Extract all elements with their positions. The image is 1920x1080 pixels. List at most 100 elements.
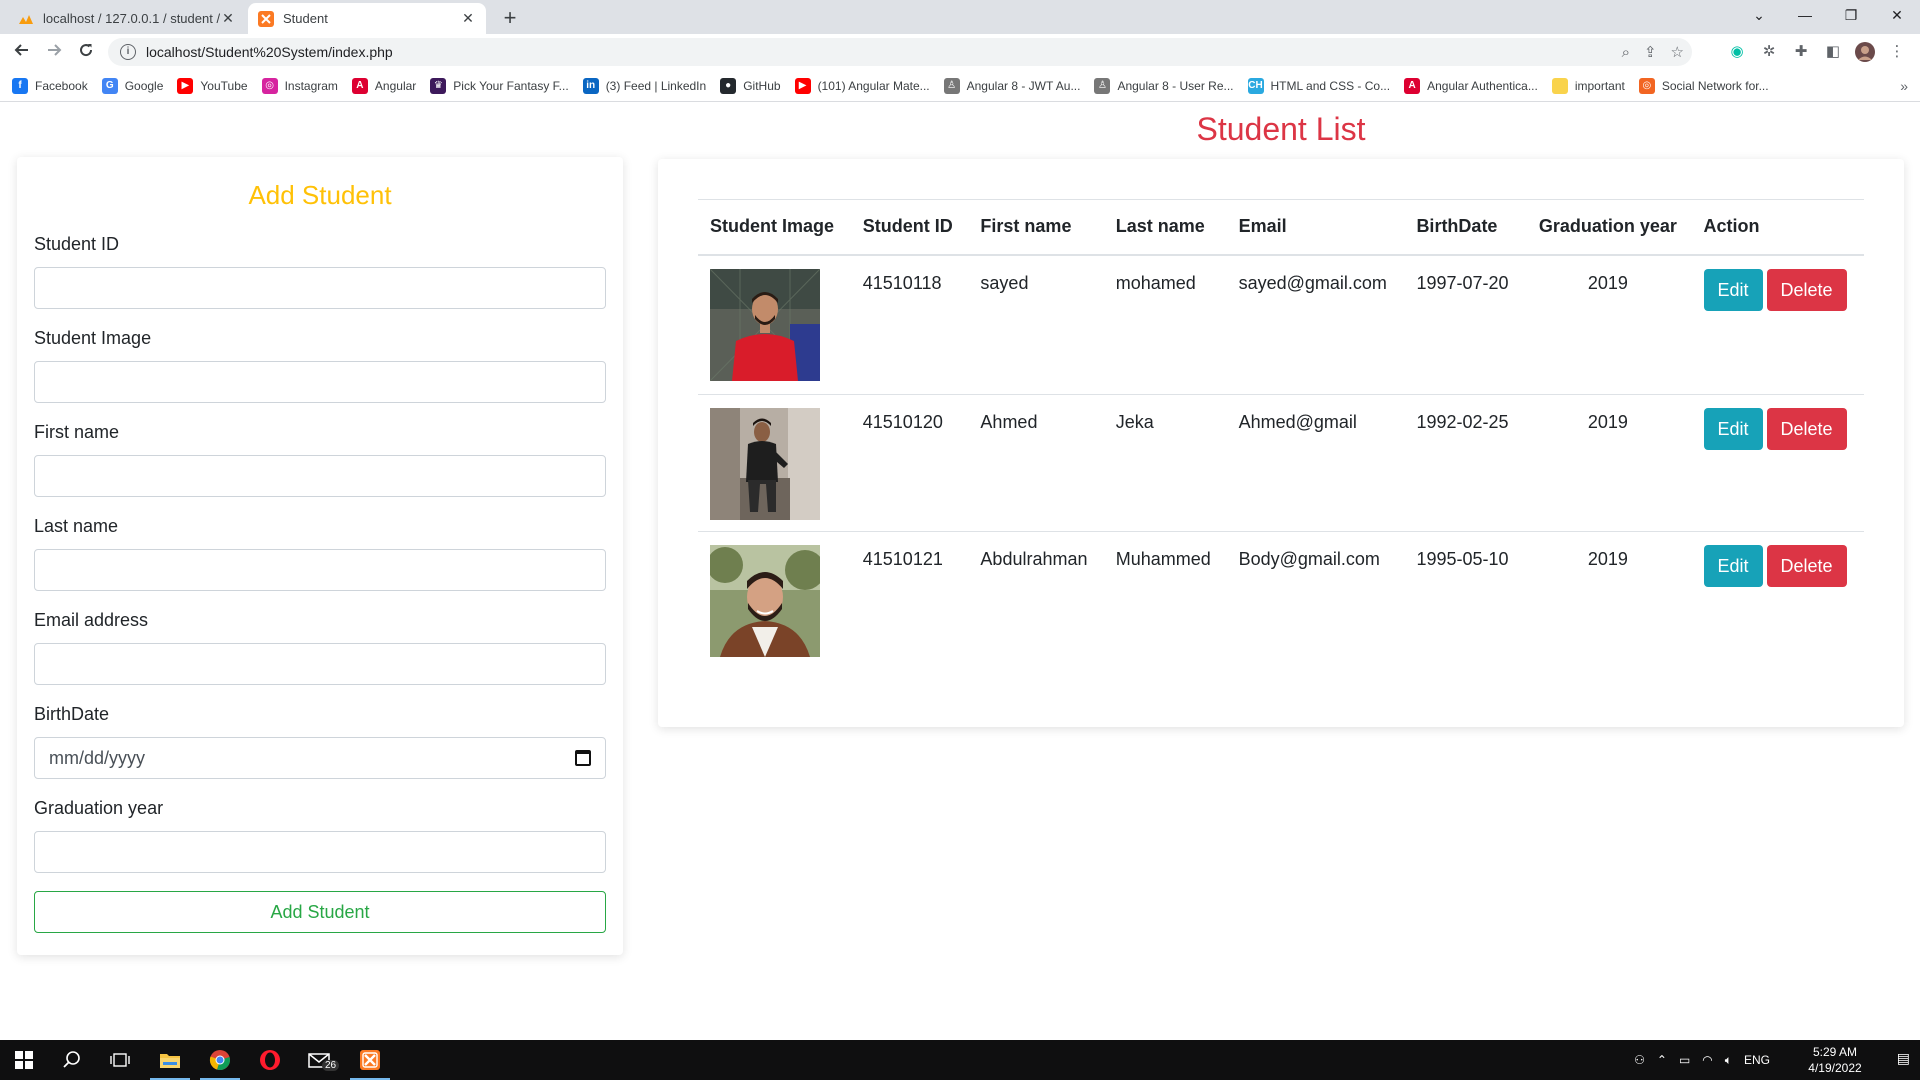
zoom-icon[interactable]: ⌕ (1622, 44, 1630, 61)
start-button[interactable] (0, 1040, 48, 1080)
student-image-input[interactable] (34, 361, 606, 403)
bookmark-item[interactable]: ▶ (101) Angular Mate... (794, 77, 930, 94)
student-photo (710, 268, 820, 381)
task-view-button[interactable] (96, 1040, 144, 1080)
forward-arrow-icon (48, 44, 62, 56)
xampp-icon (258, 10, 274, 27)
student-list-card: Student Image Student ID First name Last… (658, 159, 1904, 727)
browser-menu-icon[interactable]: ⋮ (1887, 42, 1907, 62)
last-name-cell: Muhammed (1115, 549, 1211, 569)
bookmark-item[interactable]: ◎ Instagram (261, 77, 338, 94)
edit-button[interactable]: Edit (1703, 268, 1763, 311)
bug-extension-icon[interactable]: ✲ (1759, 42, 1779, 62)
student-id-cell: 41510120 (850, 394, 969, 532)
email-cell: sayed@gmail.com (1226, 254, 1405, 395)
chrome-button[interactable] (196, 1040, 244, 1080)
clock[interactable]: 5:29 AM 4/19/2022 (1800, 1044, 1870, 1076)
first-name-input[interactable] (34, 455, 606, 497)
profile-avatar[interactable] (1855, 42, 1875, 62)
back-button[interactable] (8, 38, 36, 66)
bookmark-favicon-icon: ▶ (794, 77, 811, 94)
mail-button[interactable]: 26 (296, 1040, 344, 1080)
birthdate-placeholder: mm/dd/yyyy (49, 747, 146, 768)
grammarly-extension-icon[interactable]: ◉ (1727, 42, 1747, 62)
show-hidden-icons-chevron[interactable]: ⌃ (1657, 1053, 1667, 1067)
email-label: Email address (34, 610, 149, 630)
email-group: Email address (34, 605, 606, 685)
battery-icon[interactable]: ▭ (1679, 1053, 1690, 1067)
bookmark-item[interactable]: G Google (101, 77, 163, 94)
email-input[interactable] (34, 643, 606, 685)
search-button[interactable] (48, 1040, 96, 1080)
wifi-icon[interactable]: ◠ (1702, 1053, 1712, 1067)
reload-button[interactable] (72, 38, 100, 66)
table-header-row: Student Image Student ID First name Last… (698, 199, 1864, 256)
close-window-button[interactable]: ✕ (1874, 0, 1920, 30)
bookmark-item[interactable]: ● GitHub (720, 77, 781, 94)
bookmark-item[interactable]: A Angular Authentica... (1404, 77, 1538, 94)
bookmark-favicon-icon: A (1404, 77, 1421, 94)
edit-button[interactable]: Edit (1703, 408, 1763, 450)
volume-icon[interactable]: 🔈︎ (1725, 1053, 1732, 1068)
delete-button[interactable]: Delete (1766, 408, 1847, 450)
bookmark-star-icon[interactable]: ☆ (1671, 43, 1684, 61)
tab-student[interactable]: Student ✕ (248, 3, 486, 34)
site-info-icon[interactable]: i (120, 44, 136, 60)
chrome-icon (209, 1050, 230, 1070)
header-first-name: First name (968, 199, 1104, 256)
extensions-puzzle-icon[interactable]: ✚ (1791, 42, 1811, 62)
bookmark-item[interactable]: CH HTML and CSS - Co... (1247, 77, 1390, 94)
bookmark-item[interactable]: important (1551, 77, 1625, 94)
file-explorer-button[interactable] (146, 1040, 194, 1080)
phpmyadmin-icon (19, 14, 33, 24)
share-icon[interactable]: ⇪ (1644, 43, 1657, 61)
address-bar[interactable]: i localhost/Student%20System/index.php ⌕… (108, 38, 1692, 66)
opera-button[interactable] (246, 1040, 294, 1080)
bookmark-item[interactable]: in (3) Feed | LinkedIn (582, 77, 706, 94)
bookmark-favicon-icon: ♙ (943, 77, 960, 94)
tab-close-icon[interactable]: ✕ (220, 10, 236, 27)
birthdate-input[interactable]: mm/dd/yyyy (34, 737, 606, 779)
tab-close-icon[interactable]: ✕ (460, 10, 476, 27)
graduation-year-input[interactable] (34, 831, 606, 873)
bookmark-label: (101) Angular Mate... (817, 78, 930, 93)
add-student-button[interactable]: Add Student (34, 891, 606, 933)
first-name-group: First name (34, 417, 606, 497)
bookmark-item[interactable]: ♛ Pick Your Fantasy F... (430, 77, 569, 94)
student-photo-cell (698, 394, 851, 532)
bookmark-item[interactable]: ◎ Social Network for... (1638, 77, 1769, 94)
minimize-button[interactable]: — (1782, 0, 1828, 30)
action-cell: Edit Delete (1691, 254, 1864, 395)
xampp-button[interactable] (346, 1040, 394, 1080)
student-id-input[interactable] (34, 267, 606, 309)
language-indicator[interactable]: ENG (1744, 1053, 1770, 1067)
delete-button[interactable]: Delete (1766, 545, 1847, 587)
tab-search-icon[interactable]: ⌄ (1736, 0, 1782, 30)
system-tray: ⚇ ⌃ ▭ ◠ 🔈︎ ENG (1634, 1040, 1770, 1080)
tab-phpmyadmin[interactable]: localhost / 127.0.0.1 / student / s ✕ (8, 3, 246, 34)
bookmark-item[interactable]: A Angular (351, 77, 416, 94)
bookmark-item[interactable]: ▶ YouTube (177, 77, 248, 94)
bookmark-item[interactable]: f Facebook (12, 77, 88, 94)
forward-button[interactable] (40, 38, 68, 66)
mail-badge: 26 (322, 1060, 340, 1071)
action-cell: Edit Delete (1692, 532, 1865, 669)
restore-button[interactable]: ❐ (1828, 0, 1874, 30)
bookmark-item[interactable]: ♙ Angular 8 - User Re... (1094, 77, 1234, 94)
graduation-year-cell: 2019 (1587, 549, 1628, 569)
student-table: Student Image Student ID First name Last… (698, 199, 1864, 669)
side-panel-icon[interactable]: ◧ (1823, 42, 1843, 62)
last-name-label: Last name (34, 516, 119, 536)
bookmark-favicon-icon: ▶ (177, 77, 194, 94)
table-row: 41510118 sayed mohamed sayed@gmail.com 1… (698, 254, 1864, 395)
bookmarks-overflow-button[interactable]: » (1900, 78, 1908, 94)
edit-button[interactable]: Edit (1703, 545, 1763, 587)
bookmark-item[interactable]: ♙ Angular 8 - JWT Au... (943, 77, 1080, 94)
calendar-icon[interactable] (575, 750, 591, 766)
notification-center-icon[interactable]: ▤ (1897, 1050, 1910, 1067)
bookmark-favicon-icon: ● (720, 77, 737, 94)
last-name-input[interactable] (34, 549, 606, 591)
delete-button[interactable]: Delete (1766, 268, 1847, 311)
new-tab-button[interactable]: + (496, 5, 524, 33)
people-icon[interactable]: ⚇ (1634, 1053, 1645, 1067)
